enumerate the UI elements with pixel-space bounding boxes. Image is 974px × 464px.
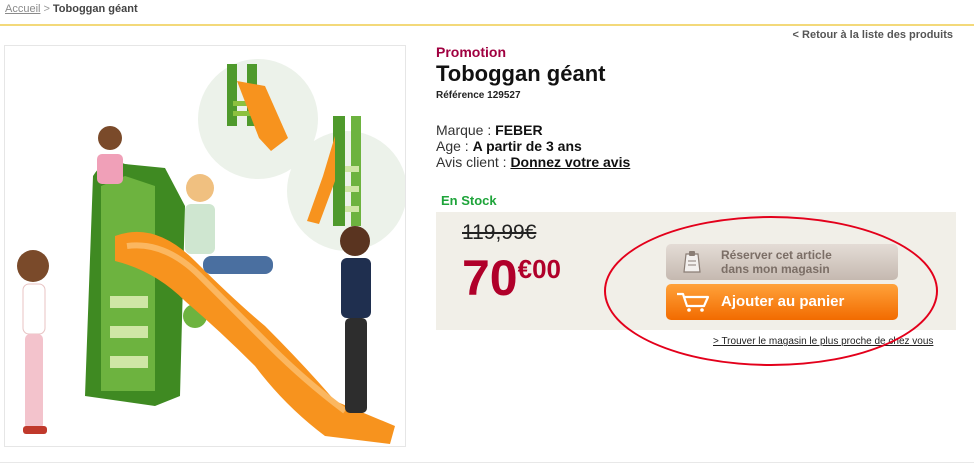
breadcrumb: Accueil > Toboggan géant: [5, 3, 138, 15]
brand-label: Marque :: [436, 122, 492, 138]
brand-row: Marque : FEBER: [436, 122, 630, 138]
give-review-link[interactable]: Donnez votre avis: [510, 154, 630, 170]
breadcrumb-separator: >: [43, 3, 50, 15]
child-right: [340, 226, 371, 413]
stock-status: En Stock: [441, 193, 497, 208]
brand-value: FEBER: [495, 122, 543, 138]
breadcrumb-home-link[interactable]: Accueil: [5, 3, 40, 15]
child-left: [17, 250, 49, 434]
product-reference: Référence 129527: [436, 90, 521, 101]
age-value: A partir de 3 ans: [472, 138, 582, 154]
age-row: Age : A partir de 3 ans: [436, 138, 630, 154]
child-top: [97, 126, 123, 184]
back-to-list-link[interactable]: < Retour à la liste des produits: [793, 29, 953, 41]
slide-illustration: [17, 59, 405, 444]
promotion-label: Promotion: [436, 44, 506, 60]
child-on-slide: [185, 174, 273, 274]
age-label: Age :: [436, 138, 469, 154]
reserve-button-text: Réserver cet article dans mon magasin: [721, 248, 832, 276]
reserve-line-1: Réserver cet article: [721, 248, 832, 262]
review-label: Avis client :: [436, 154, 507, 170]
old-price: 119,99€: [462, 221, 537, 244]
product-title: Toboggan géant: [436, 61, 606, 86]
find-store-link[interactable]: > Trouver le magasin le plus proche de c…: [713, 336, 933, 347]
add-to-cart-label: Ajouter au panier: [721, 293, 845, 310]
current-price: 70€00: [462, 248, 561, 308]
header-divider: [0, 24, 974, 26]
cart-icon: [676, 292, 710, 316]
product-image[interactable]: [4, 45, 406, 447]
price-cents: €00: [517, 254, 562, 284]
reserve-in-store-button[interactable]: Réserver cet article dans mon magasin: [666, 244, 898, 280]
product-specs: Marque : FEBER Age : A partir de 3 ans A…: [436, 122, 630, 170]
review-row: Avis client : Donnez votre avis: [436, 154, 630, 170]
footer-divider: [0, 462, 974, 463]
clipboard-icon: [680, 250, 704, 277]
price-integer: 70: [462, 250, 518, 306]
add-to-cart-button[interactable]: Ajouter au panier: [666, 284, 898, 320]
breadcrumb-current: Toboggan géant: [52, 3, 138, 15]
reserve-line-2: dans mon magasin: [721, 262, 830, 276]
